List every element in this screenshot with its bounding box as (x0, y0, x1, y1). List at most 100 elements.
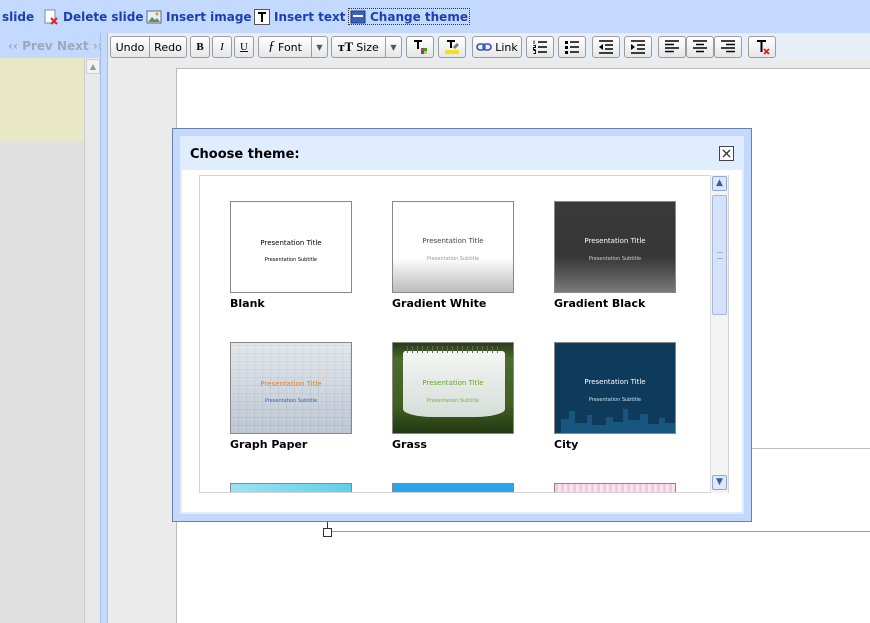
link-label: Link (495, 40, 518, 54)
theme-preview: Presentation Title Presentation Subtitle (392, 342, 514, 434)
align-right-button[interactable] (714, 36, 742, 58)
scroll-down-arrow-icon[interactable]: ▼ (712, 475, 727, 490)
size-button[interactable]: тТ Size (331, 36, 386, 58)
redo-label: Redo (154, 40, 182, 54)
align-left-button[interactable] (658, 36, 686, 58)
text-color-icon (414, 40, 427, 54)
bold-button[interactable]: B (190, 36, 210, 58)
underline-label: U (240, 41, 248, 53)
redo-button[interactable]: Redo (149, 36, 187, 58)
theme-option-blank[interactable]: Presentation Title Presentation Subtitle… (230, 201, 352, 310)
change-theme-button[interactable]: Change theme (348, 8, 470, 25)
theme-preview: Presentation Title Presentation Subtitle (392, 201, 514, 293)
slide-thumbnail-selected[interactable] (0, 58, 84, 141)
skyline-building (606, 417, 613, 433)
theme-list-scrollbar[interactable]: ▲ ▼ (710, 175, 728, 493)
close-button[interactable] (719, 146, 734, 161)
align-left-icon (665, 40, 679, 53)
preview-title: Presentation Title (584, 237, 646, 245)
theme-preview (230, 483, 352, 492)
thumbnail-scrollbar[interactable]: ▲ (84, 58, 100, 623)
bulleted-list-icon (565, 41, 579, 54)
insert-image-label: Insert image (166, 10, 252, 24)
numbered-list-icon (533, 40, 547, 54)
theme-preview: Presentation Title Presentation Subtitle (230, 201, 352, 293)
underline-button[interactable]: U (234, 36, 254, 58)
next-button[interactable]: Next ›› (57, 39, 103, 53)
decrease-indent-button[interactable] (592, 36, 620, 58)
bulleted-list-button[interactable] (558, 36, 586, 58)
skyline-building (575, 423, 587, 433)
theme-name: Gradient White (392, 297, 487, 310)
preview-subtitle: Presentation Subtitle (426, 398, 480, 404)
preview-title: Presentation Title (584, 378, 646, 386)
skyline-building (561, 419, 569, 433)
panel-divider[interactable] (100, 33, 108, 623)
skyline-building (592, 425, 606, 433)
size-dropdown[interactable]: ▼ (385, 36, 402, 58)
text-icon (254, 9, 270, 25)
theme-option-gradient-black[interactable]: Presentation Title Presentation Subtitle… (554, 201, 676, 310)
remove-formatting-button[interactable] (748, 36, 776, 58)
bold-label: B (196, 41, 204, 53)
preview-subtitle: Presentation Subtitle (588, 256, 642, 262)
skyline-building (648, 424, 659, 433)
theme-option-graph-paper[interactable]: Presentation Title Presentation Subtitle… (230, 342, 352, 451)
theme-option-gradient-white[interactable]: Presentation Title Presentation Subtitle… (392, 201, 514, 310)
numbered-list-button[interactable] (526, 36, 554, 58)
italic-button[interactable]: I (212, 36, 232, 58)
change-theme-label: Change theme (370, 9, 468, 24)
slide-nav: ‹‹ Prev Next ›› (0, 35, 103, 57)
insert-text-button[interactable]: Insert text (254, 8, 345, 26)
align-center-icon (693, 40, 707, 53)
slide-border (751, 448, 870, 449)
theme-option-grass[interactable]: Presentation Title Presentation Subtitle… (392, 342, 514, 451)
delete-slide-button[interactable]: Delete slide (43, 8, 144, 26)
font-icon: ƒ (268, 39, 276, 54)
insert-image-button[interactable]: Insert image (146, 8, 252, 26)
image-icon (146, 9, 162, 25)
font-label: Font (278, 40, 302, 54)
theme-preview: Presentation Title Presentation Subtitle (230, 342, 352, 434)
highlight-icon (445, 40, 459, 54)
link-button[interactable]: Link (472, 36, 522, 58)
theme-name: City (554, 438, 579, 451)
action-bar: slide Delete slide Insert image Insert t… (0, 0, 870, 33)
preview-subtitle: Presentation Subtitle (588, 397, 642, 403)
theme-option-partial-2[interactable] (392, 483, 514, 492)
delete-slide-label: Delete slide (63, 10, 144, 24)
font-dropdown[interactable]: ▼ (311, 36, 328, 58)
preview-subtitle: Presentation Subtitle (264, 257, 318, 263)
dialog-title: Choose theme: (190, 147, 300, 162)
font-button[interactable]: ƒ Font (258, 36, 312, 58)
prev-button[interactable]: ‹‹ Prev (8, 39, 53, 53)
new-slide-button[interactable]: slide (2, 8, 34, 26)
theme-option-partial-1[interactable] (230, 483, 352, 492)
increase-indent-button[interactable] (624, 36, 652, 58)
highlight-color-button[interactable] (438, 36, 466, 58)
align-right-icon (721, 40, 735, 53)
scrollbar-thumb[interactable] (712, 195, 727, 315)
slide-thumbnails (0, 58, 84, 623)
delete-slide-icon (43, 9, 59, 25)
theme-list: Presentation Title Presentation Subtitle… (199, 175, 729, 493)
undo-button[interactable]: Undo (110, 36, 150, 58)
theme-option-partial-3[interactable] (554, 483, 676, 492)
theme-preview: Presentation Title Presentation Subtitle (554, 342, 676, 434)
skyline-building (628, 420, 640, 433)
preview-subtitle: Presentation Subtitle (426, 256, 480, 262)
theme-option-city[interactable]: Presentation Title Presentation Subtitle… (554, 342, 676, 451)
theme-name: Blank (230, 297, 265, 310)
scroll-up-arrow-icon[interactable]: ▲ (712, 176, 727, 191)
chevron-down-icon: ▼ (390, 42, 397, 52)
resize-handle[interactable] (323, 528, 332, 537)
text-color-button[interactable] (406, 36, 434, 58)
format-toolbar: Undo Redo B I U ƒ Font ▼ тТ Size ▼ Link (108, 33, 870, 60)
dialog-body: Choose theme: Presentation Title Present… (180, 136, 744, 514)
align-center-button[interactable] (686, 36, 714, 58)
scroll-up-arrow-icon[interactable]: ▲ (86, 59, 100, 74)
size-label: Size (356, 40, 379, 54)
preview-title: Presentation Title (260, 380, 322, 388)
clear-formatting-icon (757, 40, 770, 55)
text-size-icon: тТ (338, 39, 354, 54)
